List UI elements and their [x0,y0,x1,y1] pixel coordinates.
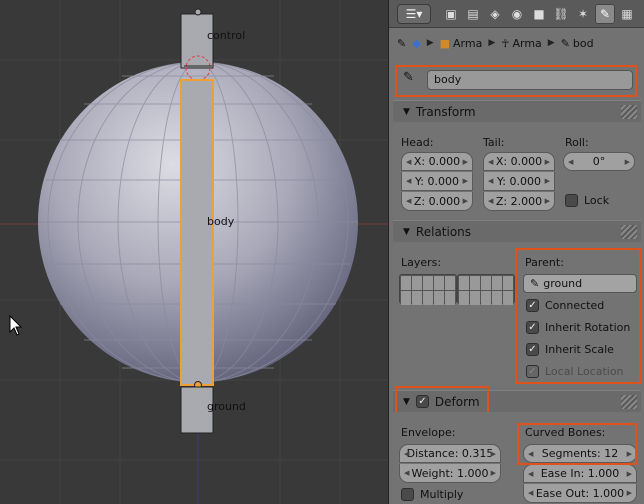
head-z-field[interactable]: ◀ Z: 0.000 ▶ [401,192,473,211]
ease-in-field[interactable]: ◀ Ease In: 1.000 ▶ [523,464,637,483]
tail-x-field[interactable]: ◀ X: 0.000 ▶ [483,152,555,171]
bone-body[interactable] [180,79,214,389]
panel-grip-icon[interactable] [621,105,637,119]
tab-render[interactable]: ▣ [441,4,461,24]
breadcrumb-bone-label: bod [572,36,594,50]
tab-bone[interactable]: ✎ [595,4,615,24]
envelope-label: Envelope: [401,426,456,439]
mouse-cursor-icon [9,314,23,336]
transform-panel-title: Transform [415,104,476,119]
render-icon: ▣ [445,7,457,21]
relations-panel-title: Relations [415,224,472,239]
context-tabs-bar: ☰▾ ▣ ▤ ◈ ◉ ■ ⛓ ✶ ✎ ▦ ◆ [389,0,644,28]
tab-material[interactable]: ▦ [617,4,637,24]
ease-in-value: Ease In: 1.000 [540,467,620,480]
viewport-canvas [0,0,388,504]
bone-label-ground: ground [207,400,246,413]
properties-editor: ☰▾ ▣ ▤ ◈ ◉ ■ ⛓ ✶ ✎ ▦ ◆ ✎ ◆ ▶ ■ Arma ▶ ☥ Arma ▶ ✎ … [388,0,644,504]
tab-scene[interactable]: ◈ [485,4,505,24]
head-x-value: X: 0.000 [413,155,461,168]
weight-value: Weight: 1.000 [411,466,489,480]
multiply-checkbox[interactable]: Multiply [401,488,463,501]
tab-object-data[interactable]: ✶ [573,4,593,24]
expand-triangle-icon: ▼ [403,106,410,117]
multiply-label: Multiply [420,488,464,501]
tab-object[interactable]: ■ [529,4,549,24]
transform-panel-header[interactable]: ▼ Transform [393,100,641,122]
tail-label: Tail: [483,136,505,149]
object-icon: ■ [439,36,451,50]
panel-grip-icon[interactable] [621,225,637,239]
breadcrumb-separator: ▶ [488,38,496,48]
editor-type-button[interactable]: ☰▾ [397,4,431,24]
material-icon: ▦ [621,7,633,21]
layers-grid-2[interactable] [457,274,515,305]
3d-viewport[interactable]: control body ground [0,0,388,504]
armature-icon: ☥ [501,36,510,50]
highlight-parent-options [515,248,641,384]
bone-label-body: body [207,215,235,228]
head-label: Head: [401,136,434,149]
breadcrumb-bone[interactable]: ✎ bod [561,37,594,50]
head-z-value: Z: 0.000 [413,194,461,208]
constraints-icon: ⛓ [553,7,569,21]
render-layers-icon: ▤ [467,7,479,21]
ease-out-field[interactable]: ◀ Ease Out: 1.000 ▶ [523,484,637,503]
breadcrumb-armature-label: Arma [512,36,542,50]
pin-icon: ✎ [397,36,407,50]
expand-triangle-icon: ▼ [403,226,410,237]
lock-checkbox-box [565,194,578,207]
roll-field[interactable]: ◀ 0° ▶ [563,152,635,171]
distance-field[interactable]: ◀ Distance: 0.315 ▶ [399,444,501,463]
tail-y-field[interactable]: ◀ Y: 0.000 ▶ [483,172,555,191]
weight-field[interactable]: ◀ Weight: 1.000 ▶ [399,464,501,483]
breadcrumb-object-label: Arma [453,36,483,50]
breadcrumb-pin[interactable]: ✎ [397,37,406,50]
breadcrumb-separator: ▶ [547,38,555,48]
roll-value: 0° [592,155,606,168]
tab-render-layers[interactable]: ▤ [463,4,483,24]
object-icon: ■ [533,7,545,21]
scene-icon: ◆ [412,36,421,50]
bone-label-control: control [207,29,246,42]
breadcrumb-separator: ▶ [426,38,434,48]
tab-world[interactable]: ◉ [507,4,527,24]
object-data-icon: ✶ [577,7,589,21]
scene-icon: ◈ [490,7,500,21]
lock-label: Lock [584,194,610,207]
relations-panel-header[interactable]: ▼ Relations [393,220,641,242]
highlight-curved-bones [517,423,637,465]
distance-value: Distance: 0.315 [406,447,494,460]
layers-label: Layers: [401,256,442,269]
world-icon: ◉ [511,7,523,21]
breadcrumb: ✎ ◆ ▶ ■ Arma ▶ ☥ Arma ▶ ✎ bod [389,28,644,58]
tail-y-value: Y: 0.000 [497,174,541,188]
head-x-field[interactable]: ◀ X: 0.000 ▶ [401,152,473,171]
bone-icon: ✎ [599,7,611,21]
tail-z-field[interactable]: ◀ Z: 2.000 ▶ [483,192,555,211]
tab-texture[interactable]: ◆ [639,4,644,24]
lock-checkbox[interactable]: Lock [565,194,609,207]
layers-grid-1[interactable] [399,274,457,305]
breadcrumb-scene[interactable]: ◆ [412,37,420,50]
head-y-field[interactable]: ◀ Y: 0.000 ▶ [401,172,473,191]
panel-grip-icon[interactable] [621,395,637,409]
multiply-checkbox-box [401,488,414,501]
transform-panel-body: Head: Tail: Roll: ◀ X: 0.000 ▶ ◀ Y: 0.000 ▶ … [393,122,641,218]
ease-out-value: Ease Out: 1.000 [535,486,625,500]
tail-z-value: Z: 2.000 [495,194,543,208]
breadcrumb-armature[interactable]: ☥ Arma [501,37,542,50]
tab-constraints[interactable]: ⛓ [551,4,571,24]
highlight-bone-name [395,65,637,97]
head-y-value: Y: 0.000 [415,174,459,188]
bone-icon: ✎ [560,36,570,50]
editor-type-icon: ☰▾ [405,7,423,21]
tail-x-value: X: 0.000 [495,155,543,168]
roll-label: Roll: [565,136,589,149]
breadcrumb-object[interactable]: ■ Arma [440,37,483,50]
